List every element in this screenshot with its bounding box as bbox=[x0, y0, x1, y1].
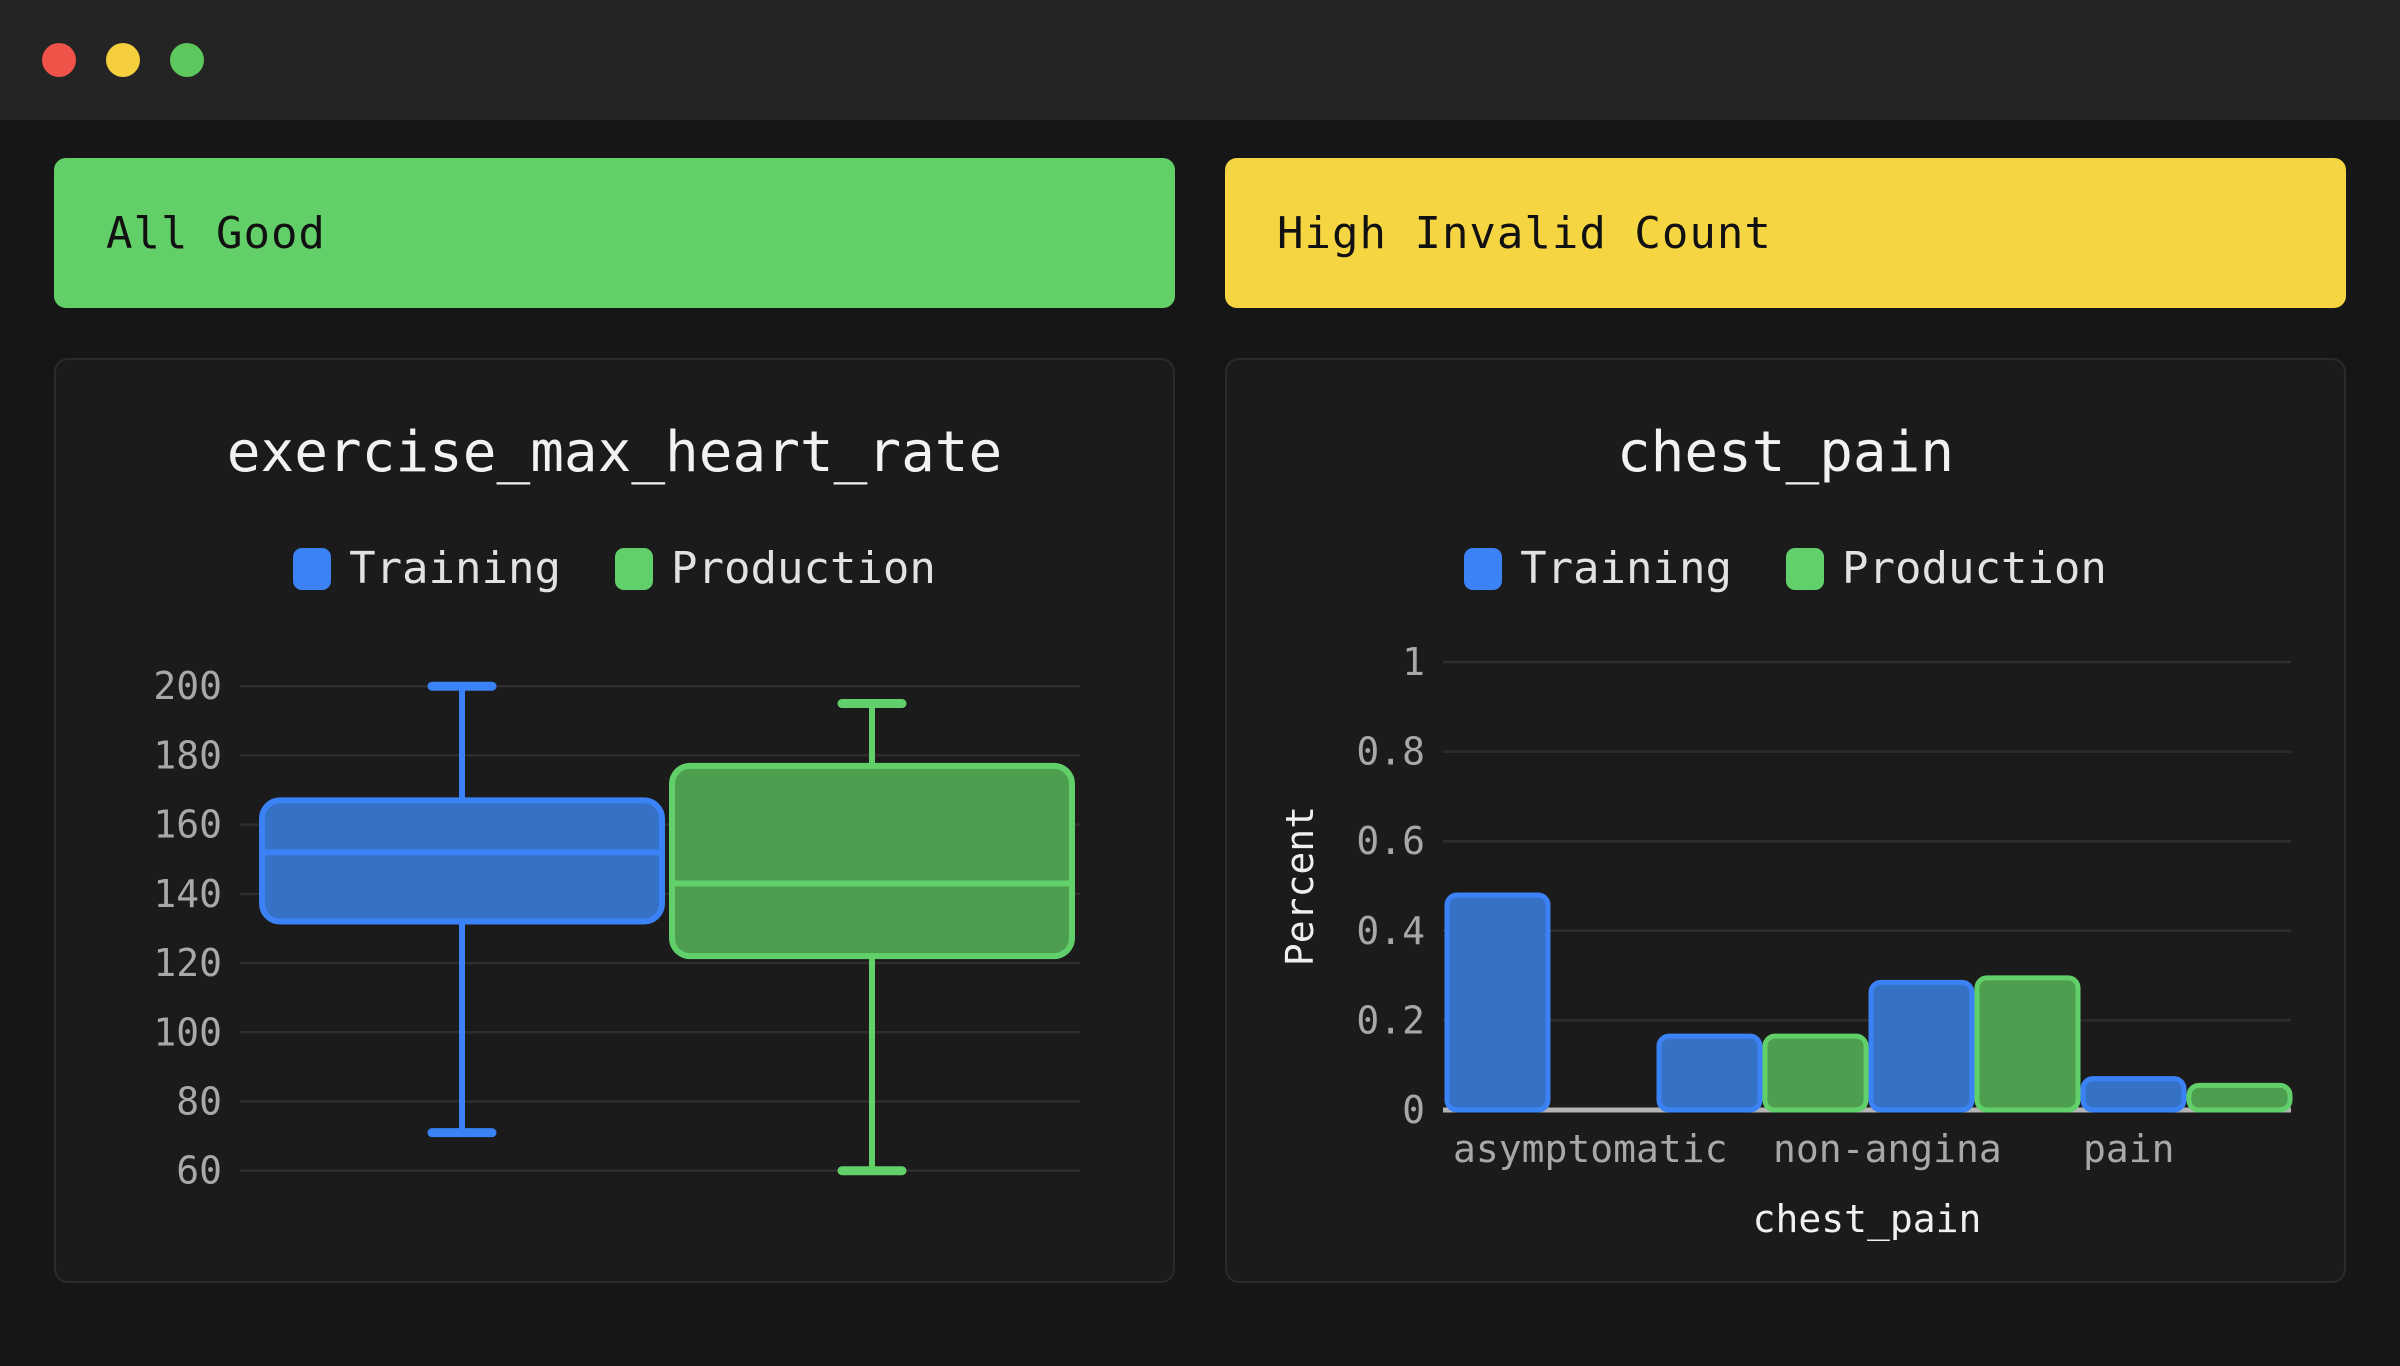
boxplot-training[interactable] bbox=[262, 686, 662, 1132]
bar-production-2[interactable] bbox=[1977, 978, 2078, 1110]
bar-training-3[interactable] bbox=[2083, 1079, 2184, 1110]
boxplot-plot-area[interactable]: 200 180 160 140 120 100 80 60 bbox=[56, 640, 1173, 1281]
y-axis-tick-label: 160 bbox=[153, 803, 222, 847]
legend-item-training[interactable]: Training bbox=[1464, 543, 1732, 594]
y-axis-tick-label: 180 bbox=[153, 733, 222, 777]
chart-card-exercise-max-heart-rate: exercise_max_heart_rate Training Product… bbox=[54, 358, 1175, 1283]
y-axis-tick-label: 140 bbox=[153, 872, 222, 916]
bar-training-2[interactable] bbox=[1871, 982, 1972, 1110]
dashboard-content: All Good High Invalid Count exercise_max… bbox=[0, 120, 2400, 1283]
bar-production-3[interactable] bbox=[2189, 1085, 2290, 1110]
status-banner-label: High Invalid Count bbox=[1277, 208, 1772, 259]
legend-item-production[interactable]: Production bbox=[1786, 543, 2107, 594]
status-banner-high-invalid-count[interactable]: High Invalid Count bbox=[1225, 158, 2346, 308]
y-axis-tick-label: 0.6 bbox=[1356, 819, 1425, 863]
y-axis-tick-label: 0.8 bbox=[1356, 730, 1425, 774]
legend-swatch-production-icon bbox=[615, 548, 653, 590]
box-iqr bbox=[262, 800, 662, 921]
chart-legend: Training Production bbox=[1464, 543, 2107, 594]
box-iqr bbox=[672, 766, 1072, 956]
y-axis-tick-label: 100 bbox=[153, 1010, 222, 1054]
x-axis-tick-label: pain bbox=[2083, 1127, 2175, 1171]
barchart-plot-area[interactable]: 0 0.2 0.4 0.6 0.8 1 Percent asymptomatic non-ang… bbox=[1227, 640, 2344, 1281]
y-axis-tick-label: 0.2 bbox=[1356, 998, 1425, 1042]
chart-legend: Training Production bbox=[293, 543, 936, 594]
legend-swatch-training-icon bbox=[1464, 548, 1502, 590]
bar-training-1[interactable] bbox=[1659, 1036, 1760, 1110]
y-axis-tick-label: 0.4 bbox=[1356, 909, 1425, 953]
y-axis-tick-label: 200 bbox=[153, 664, 222, 708]
chart-title: exercise_max_heart_rate bbox=[227, 420, 1002, 485]
legend-label-training: Training bbox=[1520, 543, 1732, 594]
legend-swatch-production-icon bbox=[1786, 548, 1824, 590]
bar-production-1[interactable] bbox=[1765, 1036, 1866, 1110]
legend-label-production: Production bbox=[1842, 543, 2107, 594]
close-window-icon[interactable] bbox=[42, 43, 76, 77]
minimize-window-icon[interactable] bbox=[106, 43, 140, 77]
legend-item-training[interactable]: Training bbox=[293, 543, 561, 594]
legend-label-training: Training bbox=[349, 543, 561, 594]
y-axis-tick-label: 1 bbox=[1402, 640, 1425, 684]
x-axis-tick-label: non-angina bbox=[1773, 1127, 2002, 1171]
legend-item-production[interactable]: Production bbox=[615, 543, 936, 594]
bar-training-0[interactable] bbox=[1447, 895, 1548, 1110]
barchart-svg: 0 0.2 0.4 0.6 0.8 1 Percent asymptomatic non-ang… bbox=[1261, 640, 2311, 1210]
y-axis-tick-label: 0 bbox=[1402, 1088, 1425, 1132]
chart-card-row: exercise_max_heart_rate Training Product… bbox=[54, 308, 2346, 1283]
status-banner-all-good[interactable]: All Good bbox=[54, 158, 1175, 308]
status-banner-row: All Good High Invalid Count bbox=[54, 158, 2346, 308]
y-axis-tick-label: 60 bbox=[176, 1149, 222, 1193]
status-banner-label: All Good bbox=[106, 208, 326, 259]
y-axis-tick-label: 120 bbox=[153, 941, 222, 985]
window-titlebar bbox=[0, 0, 2400, 120]
legend-swatch-training-icon bbox=[293, 548, 331, 590]
chart-title: chest_pain bbox=[1617, 420, 1954, 485]
legend-label-production: Production bbox=[671, 543, 936, 594]
y-axis-title: Percent bbox=[1278, 806, 1322, 966]
x-axis-title: chest_pain bbox=[1752, 1197, 1981, 1242]
x-axis-tick-label: asymptomatic bbox=[1453, 1127, 1728, 1171]
zoom-window-icon[interactable] bbox=[170, 43, 204, 77]
boxplot-svg: 200 180 160 140 120 100 80 60 bbox=[90, 640, 1140, 1210]
y-axis-tick-label: 80 bbox=[176, 1079, 222, 1123]
chart-card-chest-pain: chest_pain Training Production 0 0.2 0.4 0.… bbox=[1225, 358, 2346, 1283]
